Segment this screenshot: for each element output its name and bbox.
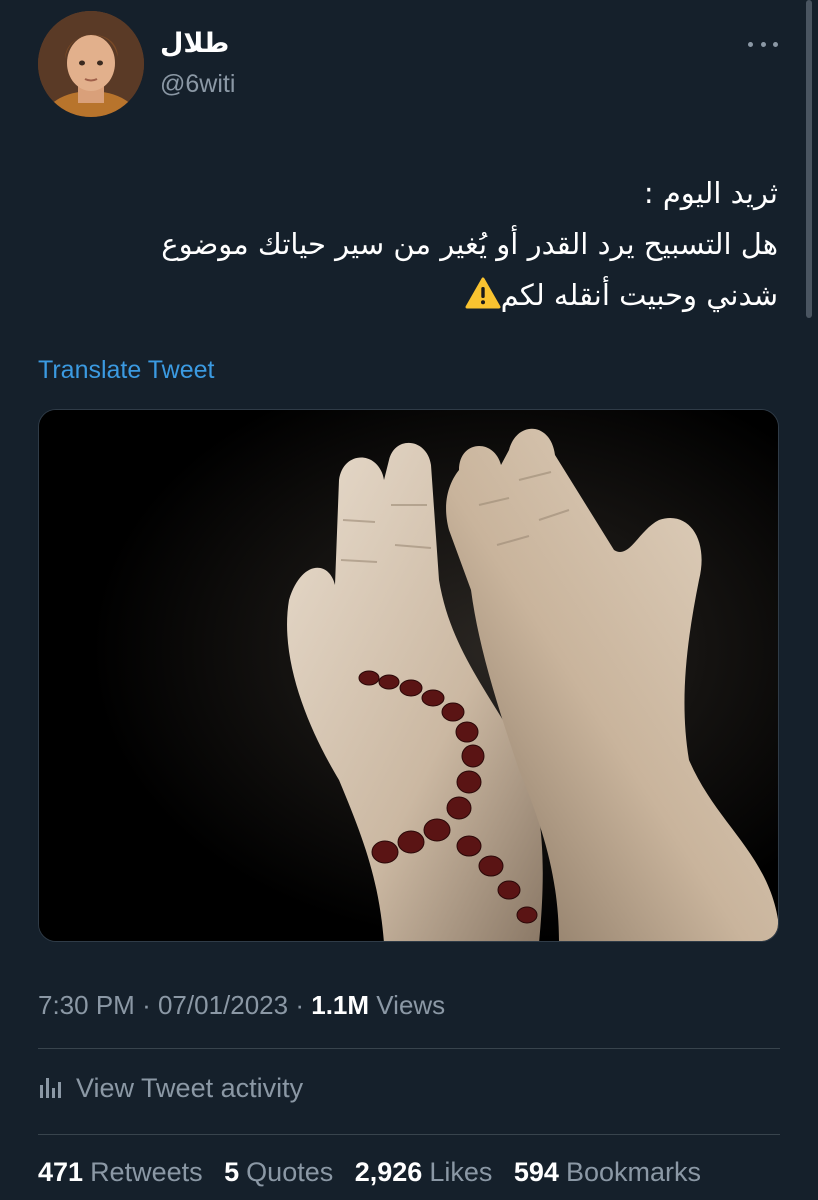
display-name[interactable]: طلال <box>160 28 229 59</box>
scrollbar[interactable] <box>806 0 812 318</box>
retweets-stat[interactable]: 471 Retweets <box>38 1157 203 1187</box>
tweet-text: ثريد اليوم : هل التسبيح يرد القدر أو يُغ… <box>38 168 778 325</box>
likes-stat[interactable]: 2,926 Likes <box>355 1157 493 1187</box>
user-handle[interactable]: @6witi <box>160 70 235 99</box>
warning-emoji-icon <box>465 274 501 325</box>
bar-chart-icon <box>38 1076 62 1100</box>
more-options-icon[interactable] <box>748 34 778 54</box>
retweets-label: Retweets <box>90 1157 203 1187</box>
tweet-detail: طلال @6witi ثريد اليوم : هل التسبيح يرد … <box>0 0 818 1200</box>
bookmarks-label: Bookmarks <box>565 1157 701 1187</box>
retweets-count: 471 <box>38 1157 84 1187</box>
translate-tweet-link[interactable]: Translate Tweet <box>38 356 214 385</box>
tweet-meta: 7:30 PM · 07/01/2023 · 1.1M Views <box>38 990 445 1021</box>
tweet-media-image[interactable] <box>38 409 779 942</box>
meta-separator: · <box>295 990 305 1020</box>
view-tweet-activity-button[interactable]: View Tweet activity <box>38 1068 303 1108</box>
view-tweet-activity-label: View Tweet activity <box>76 1072 304 1103</box>
quotes-label: Quotes <box>246 1157 334 1187</box>
divider <box>38 1134 780 1135</box>
divider <box>38 1048 780 1049</box>
engagement-stats: 471 Retweets 5 Quotes 2,926 Likes 594 Bookma… <box>38 1157 715 1188</box>
tweet-text-segment: شدني وحبيت أنقله لكم <box>500 278 778 312</box>
tweet-time[interactable]: 7:30 PM <box>38 990 135 1020</box>
avatar[interactable] <box>38 11 144 117</box>
tweet-text-line: ثريد اليوم : <box>643 176 778 210</box>
tweet-text-line: هل التسبيح يرد القدر أو يُغير من سير حيا… <box>161 227 778 261</box>
tweet-date[interactable]: 07/01/2023 <box>158 990 288 1020</box>
likes-label: Likes <box>429 1157 493 1187</box>
quotes-count: 5 <box>224 1157 240 1187</box>
quotes-stat[interactable]: 5 Quotes <box>224 1157 333 1187</box>
tweet-text-line: شدني وحبيت أنقله لكم <box>38 270 778 325</box>
bookmarks-stat[interactable]: 594 Bookmarks <box>514 1157 701 1187</box>
views-count: 1.1M <box>311 990 370 1020</box>
views-label: Views <box>376 990 446 1020</box>
likes-count: 2,926 <box>354 1157 423 1187</box>
bookmarks-count: 594 <box>513 1157 559 1187</box>
meta-separator: · <box>142 990 151 1020</box>
